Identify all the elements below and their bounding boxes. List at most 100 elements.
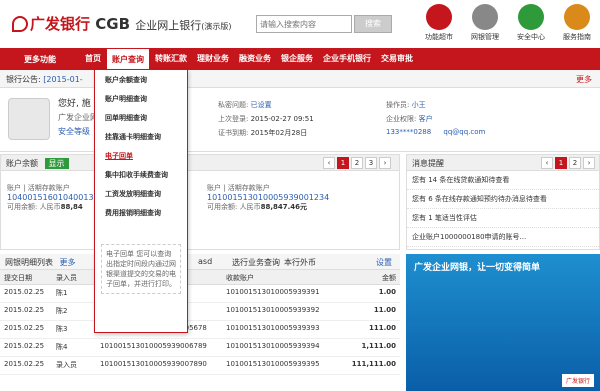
greeting: 您好, 施 [58,99,91,109]
prev-page-button[interactable]: ‹ [541,157,553,169]
account-balance: 可用余额: 人民币88,84 [7,203,83,211]
nav-item[interactable]: 转账汇款 [150,48,192,70]
banner-logo: 广发银行 [561,374,594,387]
quick-links: 功能超市 网银管理 安全中心 服务指南 [416,4,600,42]
table-cell: 2015.02.25 [4,306,45,314]
dropdown-item[interactable]: 费用报销明细查询 [95,203,187,222]
page-number[interactable]: 1 [337,157,349,169]
quick-link[interactable]: 网银管理 [462,4,508,42]
account-card[interactable]: 账户 | 活期存款账户 10400151601040013 可用余额: 人民币88,… [7,183,94,212]
table-cell: 11.00 [373,306,396,314]
prev-page-button[interactable]: ‹ [323,157,335,169]
nav-item[interactable]: 理财业务 [192,48,234,70]
quick-link-label: 功能超市 [425,33,453,41]
nav-item[interactable]: 交易审批 [376,48,418,70]
private-question-link[interactable]: 已设置 [251,101,272,109]
table-cell: 1.00 [378,288,396,296]
table-cell: 101001513010005939393 [226,324,320,332]
table-cell: 111.00 [368,324,396,332]
page-number[interactable]: 2 [351,157,363,169]
transaction-table: 网银明细列表 更多 asd 选行业务查询 本行外币 设置 提交日期 录入员 收款账户… [0,254,400,375]
email-link[interactable]: qq@qq.com [443,128,485,136]
table-cell: 101001513010005939007890 [100,360,207,368]
next-page-button[interactable]: › [379,157,391,169]
nav-item[interactable]: 银企服务 [276,48,318,70]
table-header-cell: 金额 [382,274,396,282]
table-cell: 2015.02.25 [4,324,45,332]
table-row[interactable]: 2015.02.25 陈1 101001513010005939391 1.00 [0,285,400,303]
messages-panel: 消息提醒 ‹ 1 2 › 您有 14 条在线贷款通知待查看 您有 6 条在线存款通知预约… [406,154,600,250]
dropdown-description: 电子回单 您可以查询出指定时间段内通过网银渠道提交的交易的电子回单，并进行打印。 [101,244,181,294]
page-number[interactable]: 2 [569,157,581,169]
table-cell: 录入员 [56,361,77,369]
phone-link[interactable]: 133****0288 [386,128,431,136]
main-nav: 更多功能 首页 账户查询 转账汇款 理财业务 融资业务 银企服务 企业手机银行 交易审批 [0,48,600,70]
account-number[interactable]: 101001513010005939001234 [207,193,329,202]
account-card[interactable]: 账户 | 活期存款账户 101001513010005939001234 可用余额:… [207,183,329,212]
message-pager: ‹ 1 2 › [541,157,595,169]
message-item[interactable]: 您有 6 条在线存款通知预约待办消息待查看 [407,190,599,209]
security-level-link[interactable]: 安全等级 [58,126,90,137]
account-balance-panel: 账户余额 显示 ‹ 1 2 3 › 账户 | 活期存款账户 104001516010400… [0,154,400,250]
table-more-link[interactable]: 更多 [60,258,76,267]
search-input[interactable] [256,15,352,33]
notice-more-link[interactable]: 更多 [576,74,592,85]
dropdown-item[interactable]: 工资发放明细查询 [95,184,187,203]
account-query-dropdown: 账户余额查询 账户明细查询 回单明细查询 挂靠通卡明细查询 电子回单 集中扣收手续费查询工… [94,69,188,333]
table-cell: 111,111.00 [351,360,396,368]
table-cell: 陈4 [56,343,68,351]
quick-link[interactable]: 安全中心 [508,4,554,42]
page-number[interactable]: 1 [555,157,567,169]
signpost-icon [564,4,590,30]
company-name: 广发企业网 [58,113,98,122]
table-cell: 101001513010005939394 [226,342,320,350]
more-functions-button[interactable]: 更多功能 [0,54,80,65]
dropdown-item[interactable]: 电子回单 [95,146,187,165]
message-item[interactable]: 企业账户1000000180申请的账号... [407,228,599,247]
table-row[interactable]: 2015.02.25 录入员 101001513010005939007890 101… [0,357,400,375]
table-cell: 陈2 [56,307,68,315]
table-cell: 陈3 [56,325,68,333]
table-cell: 101001513010005939392 [226,306,320,314]
market-icon [426,4,452,30]
nav-item[interactable]: 企业手机银行 [318,48,376,70]
quick-link[interactable]: 功能超市 [416,4,462,42]
table-row[interactable]: 2015.02.25 陈4 101001513010005939006789 1010… [0,339,400,357]
next-page-button[interactable]: › [583,157,595,169]
table-cell: 2015.02.25 [4,288,45,296]
table-cell: 101001513010005939006789 [100,342,207,350]
quick-link[interactable]: 服务指南 [554,4,600,42]
quick-link-label: 安全中心 [517,33,545,41]
nav-item[interactable]: 账户查询 [106,48,150,70]
table-row[interactable]: 2015.02.25陈31010015130100059390056781010… [0,321,400,339]
settings-link[interactable]: 设置 [376,257,392,268]
dropdown-item[interactable]: 挂靠通卡明细查询 [95,127,187,146]
table-cell: 2015.02.25 [4,360,45,368]
promo-banner[interactable]: 广发企业网银，让一切变得简单 广发银行 [406,254,600,391]
dropdown-item[interactable]: 集中扣收手续费查询 [95,165,187,184]
dropdown-item[interactable]: 账户余额查询 [95,70,187,89]
table-row[interactable]: 2015.02.25陈2456710100151301000593939211.… [0,303,400,321]
quick-link-label: 网银管理 [471,33,499,41]
dropdown-item[interactable]: 回单明细查询 [95,108,187,127]
account-label: 账户 | 活期存款账户 [207,184,270,192]
message-item[interactable]: 您有 1 笔适当性评估 [407,209,599,228]
search-button[interactable]: 搜索 [354,15,392,33]
account-number[interactable]: 10400151601040013 [7,193,94,202]
table-header-cell: 收款账户 [226,274,254,282]
balance-value: 88,84 [60,203,83,211]
bank-logo[interactable]: 广发银行 CGB 企业网上银行(演示版) [12,13,232,34]
account-balance: 可用余额: 人民币88,847.46元 [207,203,308,211]
table-cell: 2015.02.25 [4,342,45,350]
nav-item[interactable]: 融资业务 [234,48,276,70]
account-label: 账户 | 活期存款账户 [7,184,70,192]
nav-item[interactable]: 首页 [80,48,106,70]
table-cell: 101001513010005939391 [226,288,320,296]
bank-notice: 银行公告: [2015-01- 更多 [0,70,600,88]
show-toggle[interactable]: 显示 [44,158,69,169]
message-item[interactable]: 您有 14 条在线贷款通知待查看 [407,171,599,190]
table-cell: 陈1 [56,289,68,297]
dropdown-item[interactable]: 账户明细查询 [95,89,187,108]
table-header-cell: 录入员 [56,274,77,282]
page-number[interactable]: 3 [365,157,377,169]
